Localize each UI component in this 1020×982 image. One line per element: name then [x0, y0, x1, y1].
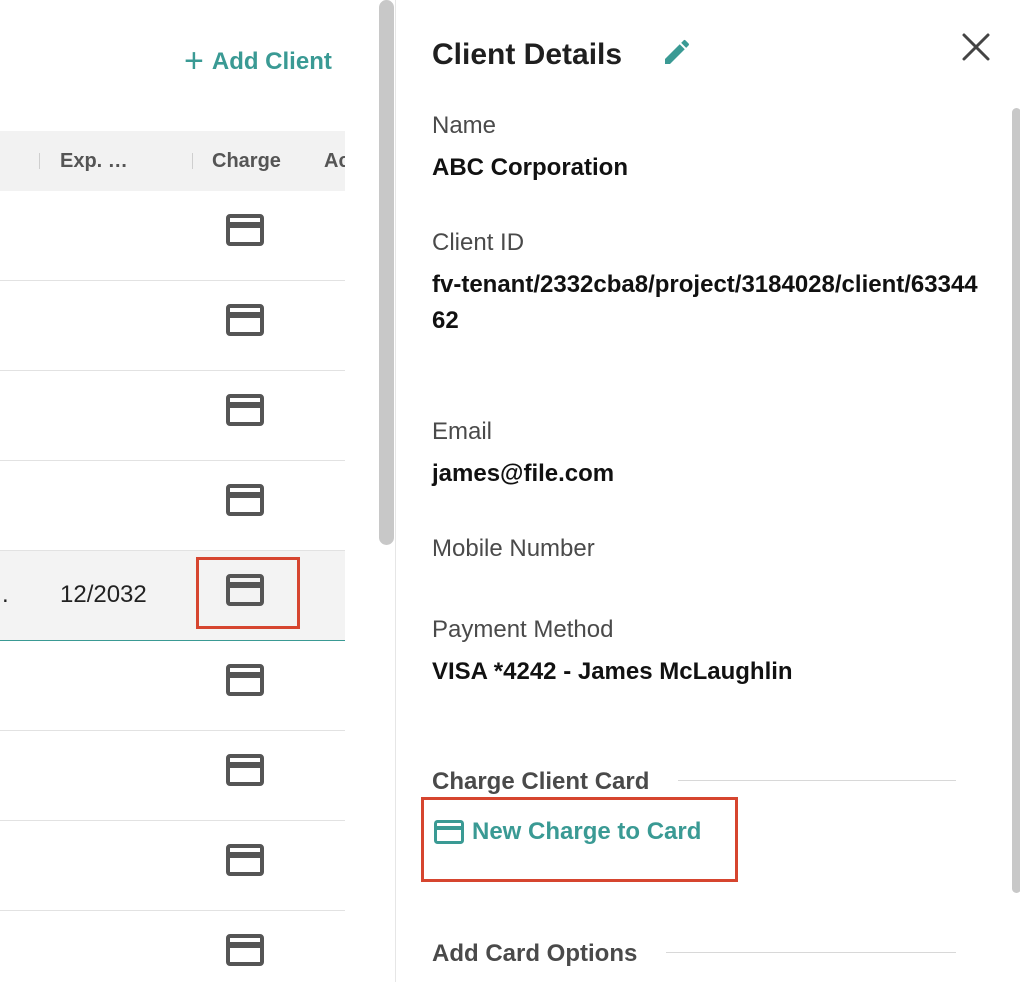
panel-scrollbar[interactable] — [1012, 108, 1020, 893]
field-value-payment-method: VISA *4242 - James McLaughlin — [432, 658, 793, 685]
pencil-icon[interactable] — [661, 36, 693, 68]
field-label-name: Name — [432, 112, 497, 139]
credit-card-icon[interactable] — [226, 664, 264, 696]
table-row[interactable] — [0, 911, 345, 982]
field-value-name: ABC Corporation — [432, 154, 628, 181]
credit-card-icon[interactable] — [226, 394, 264, 426]
table-row[interactable] — [0, 461, 345, 551]
plus-icon: + — [184, 41, 204, 80]
credit-card-icon[interactable] — [226, 934, 264, 966]
client-details-panel: Client Details Name ABC Corporation Clie… — [395, 0, 1020, 982]
truncated-cell: . — [2, 581, 9, 608]
credit-card-icon[interactable] — [226, 754, 264, 786]
credit-card-icon[interactable] — [226, 844, 264, 876]
highlight-annotation — [196, 557, 300, 629]
table-row[interactable] — [0, 191, 345, 281]
field-label-email: Email — [432, 418, 493, 445]
section-title-charge-card: Charge Client Card — [432, 768, 650, 795]
highlight-annotation — [421, 797, 738, 882]
table-row[interactable] — [0, 821, 345, 911]
expiration-cell: 12/2032 — [60, 581, 147, 608]
section-title-add-card-options: Add Card Options — [432, 940, 638, 967]
field-value-client-id: fv-tenant/2332cba8/project/3184028/clien… — [432, 271, 978, 334]
table-row[interactable] — [0, 641, 345, 731]
column-separator[interactable] — [192, 153, 193, 169]
section-divider — [666, 952, 956, 953]
panel-title: Client Details — [432, 38, 623, 71]
field-value-email: james@file.com — [432, 460, 615, 487]
add-client-button[interactable]: + Add Client — [184, 41, 332, 80]
column-header-exp[interactable]: Exp. … — [60, 131, 128, 191]
credit-card-icon[interactable] — [226, 484, 264, 516]
table-scrollbar[interactable] — [379, 0, 394, 545]
add-client-label: Add Client — [211, 48, 332, 75]
column-header-actions[interactable]: Ac — [324, 131, 345, 191]
field-label-payment-method: Payment Method — [432, 616, 614, 643]
close-icon[interactable] — [959, 30, 993, 64]
table-row[interactable] — [0, 731, 345, 821]
column-separator[interactable] — [39, 153, 40, 169]
table-row[interactable] — [0, 371, 345, 461]
credit-card-icon[interactable] — [226, 304, 264, 336]
table-header: Exp. … Charge Ac — [0, 131, 345, 192]
clients-table-area: + Add Client Exp. … Charge Ac . 12/2032 — [0, 0, 345, 982]
field-label-mobile: Mobile Number — [432, 535, 595, 562]
table-row[interactable] — [0, 281, 345, 371]
credit-card-icon[interactable] — [226, 214, 264, 246]
section-divider — [678, 780, 956, 781]
column-header-charge[interactable]: Charge — [212, 131, 281, 191]
field-label-client-id: Client ID — [432, 229, 525, 256]
